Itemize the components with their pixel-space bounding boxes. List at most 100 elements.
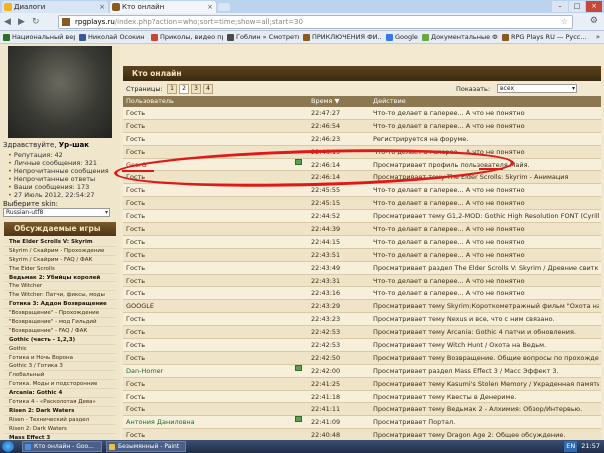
taskbar-item-label: Безымянный - Paint <box>118 443 180 450</box>
game-category-link[interactable]: Готика 3: Аддон Возвращение <box>4 300 116 310</box>
bookmark-item[interactable]: RPG Plays RU — Русс... <box>502 32 592 43</box>
game-board-link[interactable]: "Возвращение" - FAQ / ФАК <box>4 327 116 336</box>
row-time: 22:46:14 <box>311 160 341 169</box>
stat-messages-link[interactable]: Личные сообщения: 321 <box>8 159 109 167</box>
row-time: 22:46:23 <box>311 134 341 143</box>
table-row: Антония Даниловна 22:41:09 Просматривает П… <box>123 416 601 430</box>
row-time: 22:42:00 <box>311 366 341 375</box>
col-time-header[interactable]: Время ▼ <box>311 96 339 107</box>
guest-label: Гость <box>126 173 146 182</box>
bookmark-item[interactable]: Николай Осокин <box>79 32 147 43</box>
minimize-icon[interactable]: – <box>552 1 568 12</box>
bookmark-favicon-icon <box>79 34 86 41</box>
game-board-link[interactable]: Глобальный <box>4 371 116 381</box>
bookmarks-more-icon[interactable]: » <box>596 32 600 43</box>
send-pm-icon[interactable] <box>295 364 302 371</box>
game-category-link[interactable]: Gothic (часть - 1,2,3) <box>4 336 116 345</box>
row-time: 22:46:54 <box>311 121 341 130</box>
url-input[interactable]: rpgplays.ru/index.php?action=who;sort=ti… <box>58 15 573 29</box>
tab-dialogs[interactable]: Диалоги × <box>2 1 108 13</box>
row-time: 22:43:49 <box>311 263 341 272</box>
user-profile-link[interactable]: Антония Даниловна <box>126 416 298 429</box>
skin-label: Выберите skin: <box>3 200 58 208</box>
game-board-link[interactable]: Risen - Технический раздел <box>4 416 116 425</box>
your-posts-link[interactable]: Ваши сообщения: 173 <box>8 183 109 191</box>
game-board-link[interactable]: Skyrim / Скайрим - Прохождение <box>4 247 116 256</box>
clock: 21:57 <box>581 442 600 450</box>
language-indicator[interactable]: EN <box>564 441 578 452</box>
back-arrow-icon[interactable]: ◀ <box>4 16 11 28</box>
maximize-icon[interactable]: □ <box>569 1 585 12</box>
table-row: Гость 22:46:14 Просматривает тему The Elde… <box>123 171 601 185</box>
page-link-1[interactable]: 1 <box>167 84 177 94</box>
unread-replies-link[interactable]: Непрочитанные ответы <box>8 175 109 183</box>
bookmark-favicon-icon <box>151 34 158 41</box>
start-button[interactable] <box>2 441 14 452</box>
row-time: 22:41:25 <box>311 379 341 388</box>
page-link-4[interactable]: 4 <box>203 84 213 94</box>
skin-select[interactable]: Russian-utf8 <box>3 208 110 217</box>
bookmark-item[interactable]: Приколы, видео при... <box>151 32 223 43</box>
game-board-link[interactable]: Gothic <box>4 345 116 354</box>
guest-label: Гость <box>126 121 146 130</box>
game-board-link[interactable]: The Witcher <box>4 282 116 292</box>
wrench-menu-icon[interactable]: ⚙ <box>590 16 598 26</box>
table-row: Гость 22:45:55 Что-то делает в галерее... … <box>123 184 601 198</box>
bookmark-item[interactable]: Документальные Фи... <box>422 32 498 43</box>
bookmark-item[interactable]: Национальный верок... <box>3 32 75 43</box>
tab-who-online[interactable]: Кто онлайн × <box>110 1 216 13</box>
row-action: Просматривает тему Kasumi's Stolen Memor… <box>373 379 599 388</box>
game-category-link[interactable]: Risen 2: Dark Waters <box>4 407 116 416</box>
game-board-link[interactable]: Skyrim / Скайрим - FAQ / ФАК <box>4 256 116 265</box>
game-board-link[interactable]: Готика. Моды и подсторонние <box>4 380 116 390</box>
game-board-link[interactable]: The Elder Scrolls <box>4 265 116 274</box>
game-category-link[interactable]: The Elder Scrolls V: Skyrim <box>4 238 116 247</box>
close-tab-icon[interactable]: × <box>99 1 105 13</box>
row-action: Что-то делает в галерее... А что не поня… <box>373 250 525 259</box>
game-board-link[interactable]: Готика 4 - «Расколотая Дева» <box>4 398 116 407</box>
username-link[interactable]: Ур-шак <box>59 141 89 149</box>
game-category-link[interactable]: Ведьмак 2: Убийцы королей <box>4 274 116 283</box>
bookmark-item[interactable]: ПРИКЛЮЧЕНИЯ ФИ... <box>303 32 381 43</box>
taskbar-item-paint[interactable]: Безымянный - Paint <box>106 441 186 452</box>
row-time: 22:46:19 <box>311 147 341 156</box>
window-controls: – □ × <box>552 1 602 12</box>
send-pm-icon[interactable] <box>295 158 302 165</box>
close-tab-icon[interactable]: × <box>207 1 213 13</box>
game-board-link[interactable]: Gothic 3 / Готика 3 <box>4 362 116 372</box>
guest-label: Гость <box>126 186 146 195</box>
unread-messages-link[interactable]: Непрочитанные сообщения <box>8 167 109 175</box>
game-category-link[interactable]: Arcania: Gothic 4 <box>4 389 116 399</box>
guest-label: Гость <box>126 134 146 143</box>
bookmark-label: ПРИКЛЮЧЕНИЯ ФИ... <box>312 33 381 41</box>
page-link-3[interactable]: 3 <box>191 84 201 94</box>
user-profile-link[interactable]: Dan-Homer <box>126 365 298 378</box>
guest-label: Гость <box>126 212 146 221</box>
table-row: Гость 22:42:53 Просматривает тему Arcania:… <box>123 326 601 340</box>
game-board-link[interactable]: Risen 2: Dark Waters <box>4 425 116 434</box>
new-tab-button[interactable] <box>218 3 230 11</box>
table-row: Гость 22:41:18 Просматривает тему Квесты в… <box>123 390 601 404</box>
show-filter-select[interactable]: всех <box>497 84 577 93</box>
bookmark-item[interactable]: Гоблин » Смотреть ... <box>227 32 299 43</box>
row-time: 22:46:14 <box>311 173 341 182</box>
game-board-link[interactable]: "Возвращение" - мод Гильдий <box>4 318 116 327</box>
reload-icon[interactable]: ↻ <box>32 16 40 28</box>
table-row: GeorG 22:46:14 Просматривает профиль польз… <box>123 158 601 172</box>
game-board-link[interactable]: The Witcher: Патчи, фиксы, моды <box>4 291 116 301</box>
col-user-header[interactable]: Пользователь <box>126 96 174 107</box>
table-row: Гость 22:44:15 Что-то делает в галерее... … <box>123 235 601 249</box>
game-board-link[interactable]: Готика и Ночь Ворона <box>4 354 116 363</box>
guest-label: Гость <box>126 328 146 337</box>
forward-arrow-icon[interactable]: ▶ <box>18 16 25 28</box>
row-action: Просматривает тему Witch Hunt / Охота на… <box>373 341 547 350</box>
table-row: Гость 22:43:49 Просматривает раздел The El… <box>123 261 601 275</box>
bookmark-favicon-icon <box>422 34 429 41</box>
bookmark-star-icon[interactable]: ☆ <box>561 16 568 28</box>
taskbar-item-chrome[interactable]: Кто онлайн - Goo... <box>22 441 102 452</box>
send-pm-icon[interactable] <box>295 416 302 423</box>
guest-label: Гость <box>126 392 146 401</box>
close-window-icon[interactable]: × <box>586 1 602 12</box>
bookmark-item[interactable]: Google <box>386 32 418 43</box>
game-board-link[interactable]: "Возвращение" - Прохождение <box>4 309 116 319</box>
